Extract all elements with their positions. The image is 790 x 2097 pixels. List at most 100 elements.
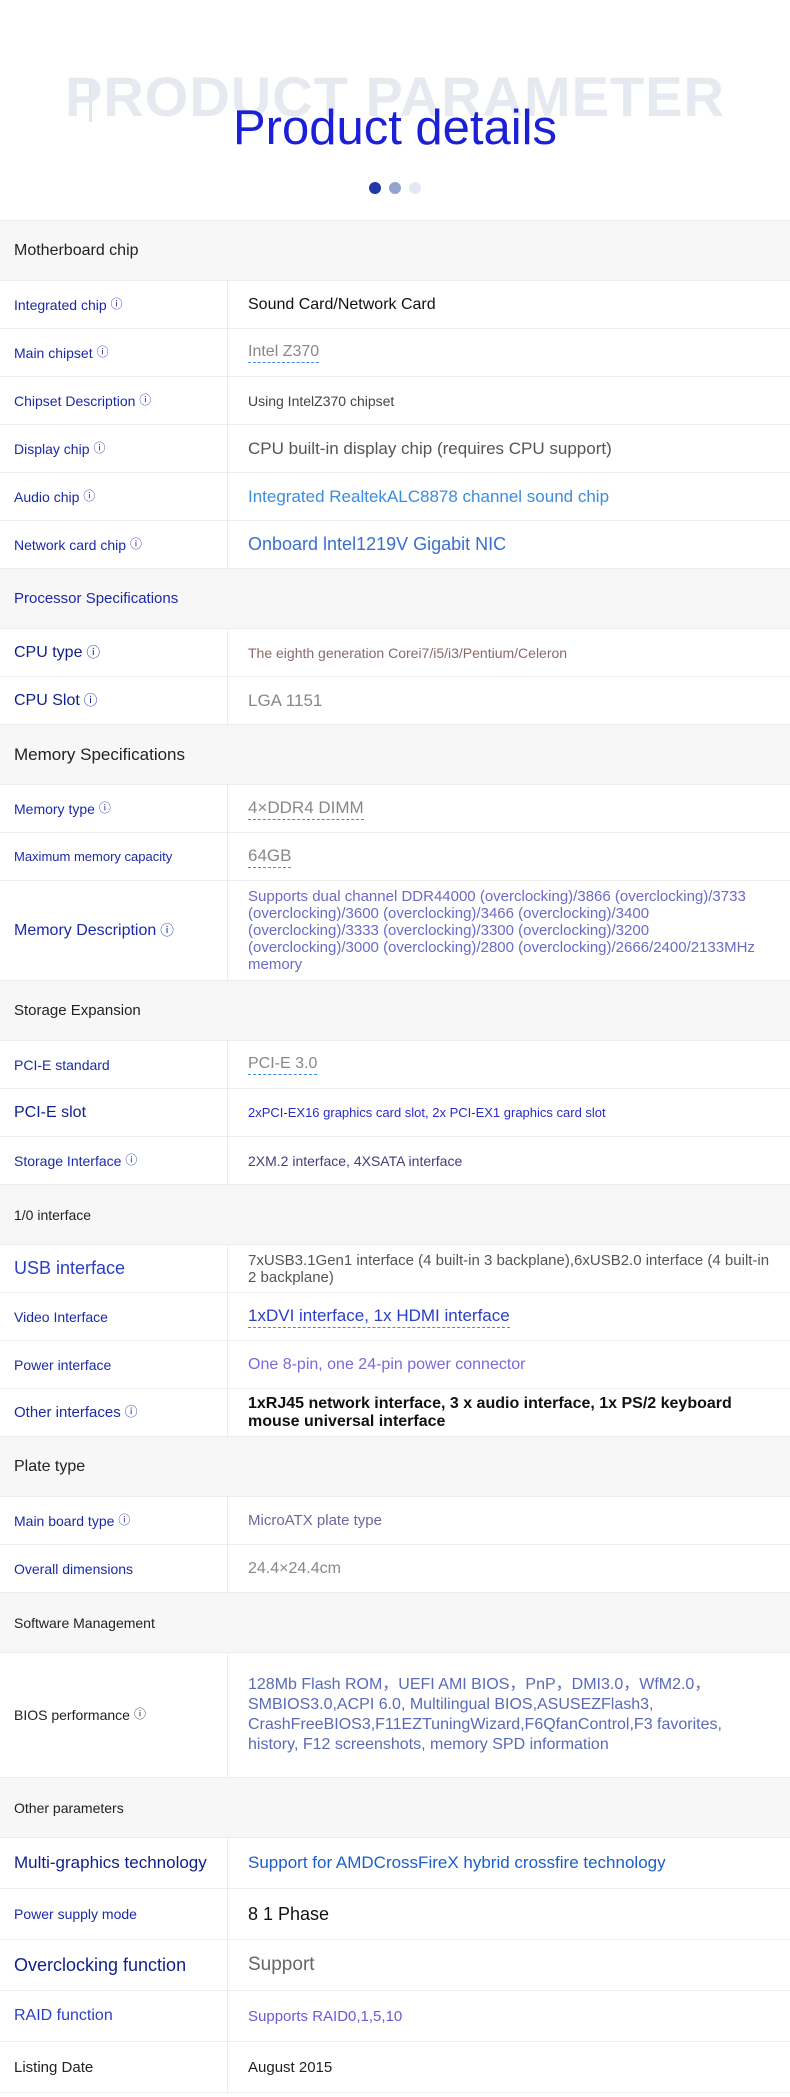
section-title: Other parameters — [14, 1799, 124, 1816]
info-icon[interactable]: ⓘ — [139, 394, 151, 407]
max-memory-link[interactable]: 64GB — [248, 846, 292, 868]
row-label: Display chip ⓘ — [0, 425, 228, 472]
section-title: Plate type — [14, 1457, 86, 1475]
pcie-standard-link[interactable]: PCI-E 3.0 — [248, 1055, 318, 1075]
row-label: PCI-E slot — [0, 1089, 228, 1136]
row-value: LGA 1151 — [248, 690, 323, 710]
table-row: Other interfaces ⓘ 1xRJ45 network interfa… — [0, 1389, 790, 1437]
row-label: Power interface — [0, 1341, 228, 1388]
row-value: 2xPCI-EX16 graphics card slot, 2x PCI-EX… — [248, 1105, 606, 1120]
table-row: Integrated chip ⓘ Sound Card/Network Card — [0, 281, 790, 329]
info-icon[interactable]: ⓘ — [83, 490, 95, 503]
info-icon[interactable]: ⓘ — [84, 694, 98, 708]
table-row: USB interface 7xUSB3.1Gen1 interface (4 … — [0, 1245, 790, 1293]
row-value: Intel Z370 — [228, 329, 790, 376]
table-row: BIOS performance ⓘ 128Mb Flash ROM，UEFI A… — [0, 1653, 790, 1778]
row-value: Supports dual channel DDR44000 (overcloc… — [248, 888, 755, 973]
row-value: 8 1 Phase — [248, 1903, 330, 1924]
row-label: Maximum memory capacity — [0, 833, 228, 880]
section-title: 1/0 interface — [14, 1206, 92, 1223]
video-interface-link[interactable]: 1xDVI interface, 1x HDMI interface — [248, 1306, 510, 1328]
section-processor: Processor Specifications — [0, 569, 790, 629]
row-label: PCI-E standard — [0, 1041, 228, 1088]
table-row: Memory Description ⓘ Supports dual channe… — [0, 881, 790, 981]
table-row: Main chipset ⓘ Intel Z370 — [0, 329, 790, 377]
spec-table: Motherboard chip Integrated chip ⓘ Sound … — [0, 220, 790, 2093]
table-row: Audio chip ⓘ Integrated RealtekALC8878 ch… — [0, 473, 790, 521]
hero-header: PRODUCT PARAMETER Product details — [0, 0, 790, 220]
row-label: Main chipset ⓘ — [0, 329, 228, 376]
section-storage: Storage Expansion — [0, 981, 790, 1041]
info-icon[interactable]: ⓘ — [99, 802, 111, 815]
row-value: 128Mb Flash ROM，UEFI AMI BIOS，PnP，DMI3.0… — [248, 1676, 722, 1753]
row-value: One 8-pin, one 24-pin power connector — [248, 1355, 526, 1373]
row-label: Memory Description ⓘ — [0, 881, 228, 980]
table-row: Maximum memory capacity 64GB — [0, 833, 790, 881]
info-icon[interactable]: ⓘ — [134, 1708, 146, 1721]
row-value: MicroATX plate type — [248, 1512, 382, 1529]
table-row: Memory type ⓘ 4×DDR4 DIMM — [0, 785, 790, 833]
table-row: RAID function Supports RAID0,1,5,10 — [0, 1991, 790, 2042]
section-other: Other parameters — [0, 1778, 790, 1838]
carousel-dots — [0, 182, 790, 194]
row-label: Overclocking function — [0, 1940, 228, 1990]
row-label: Listing Date — [0, 2042, 228, 2092]
row-value: 24.4×24.4cm — [248, 1559, 341, 1577]
row-label: USB interface — [0, 1245, 228, 1292]
info-icon[interactable]: ⓘ — [160, 924, 174, 938]
row-label: CPU type ⓘ — [0, 629, 228, 676]
row-label: Network card chip ⓘ — [0, 521, 228, 568]
table-row: CPU type ⓘ The eighth generation Corei7/i… — [0, 629, 790, 677]
section-title: Memory Specifications — [14, 744, 186, 764]
carousel-dot-2[interactable] — [389, 182, 401, 194]
page-title: Product details — [232, 101, 558, 155]
row-value: 64GB — [228, 833, 790, 880]
row-value: Onboard lntel1219V Gigabit NIC — [248, 534, 507, 554]
carousel-dot-3[interactable] — [409, 182, 421, 194]
row-value: Supports RAID0,1,5,10 — [248, 2007, 403, 2025]
carousel-dot-1[interactable] — [369, 182, 381, 194]
info-icon[interactable]: ⓘ — [93, 442, 105, 455]
section-title: Software Management — [14, 1614, 155, 1631]
info-icon[interactable]: ⓘ — [118, 1514, 130, 1527]
row-label: Storage Interface ⓘ — [0, 1137, 228, 1184]
row-value: 1xDVI interface, 1x HDMI interface — [228, 1293, 790, 1340]
section-title: Storage Expansion — [14, 1002, 141, 1019]
section-memory: Memory Specifications — [0, 725, 790, 785]
info-icon[interactable]: ⓘ — [86, 646, 100, 660]
info-icon[interactable]: ⓘ — [125, 1154, 137, 1167]
info-icon[interactable]: ⓘ — [97, 346, 109, 359]
row-label: Integrated chip ⓘ — [0, 281, 228, 328]
row-value: August 2015 — [248, 2058, 333, 2076]
memory-type-link[interactable]: 4×DDR4 DIMM — [248, 798, 364, 820]
row-label: Other interfaces ⓘ — [0, 1389, 228, 1436]
row-label: BIOS performance ⓘ — [0, 1653, 228, 1777]
row-label: Main board type ⓘ — [0, 1497, 228, 1544]
row-label: Overall dimensions — [0, 1545, 228, 1592]
info-icon[interactable]: ⓘ — [125, 1405, 138, 1419]
table-row: Overclocking function Support — [0, 1940, 790, 1991]
row-label: Memory type ⓘ — [0, 785, 228, 832]
row-label: Chipset Description ⓘ — [0, 377, 228, 424]
chipset-link[interactable]: Intel Z370 — [248, 343, 320, 363]
info-icon[interactable]: ⓘ — [111, 298, 123, 311]
row-label: Audio chip ⓘ — [0, 473, 228, 520]
table-row: Listing Date August 2015 — [0, 2042, 790, 2093]
table-row: Power interface One 8-pin, one 24-pin po… — [0, 1341, 790, 1389]
table-row: PCI-E slot 2xPCI-EX16 graphics card slot… — [0, 1089, 790, 1137]
row-value: Support for AMDCrossFireX hybrid crossfi… — [248, 1853, 666, 1872]
row-label: RAID function — [0, 1991, 228, 2041]
row-value: Using IntelZ370 chipset — [248, 392, 395, 409]
row-value: 4×DDR4 DIMM — [228, 785, 790, 832]
section-motherboard-chip: Motherboard chip — [0, 221, 790, 281]
row-label: Multi-graphics technology — [0, 1838, 228, 1888]
info-icon[interactable]: ⓘ — [130, 538, 142, 551]
row-value: 2XM.2 interface, 4XSATA interface — [248, 1152, 463, 1169]
table-row: Storage Interface ⓘ 2XM.2 interface, 4XSA… — [0, 1137, 790, 1185]
section-plate: Plate type — [0, 1437, 790, 1497]
row-value: Sound Card/Network Card — [248, 295, 436, 313]
table-row: Main board type ⓘ MicroATX plate type — [0, 1497, 790, 1545]
row-value: Support — [248, 1954, 315, 1975]
row-label: Video Interface — [0, 1293, 228, 1340]
table-row: PCI-E standard PCI-E 3.0 — [0, 1041, 790, 1089]
